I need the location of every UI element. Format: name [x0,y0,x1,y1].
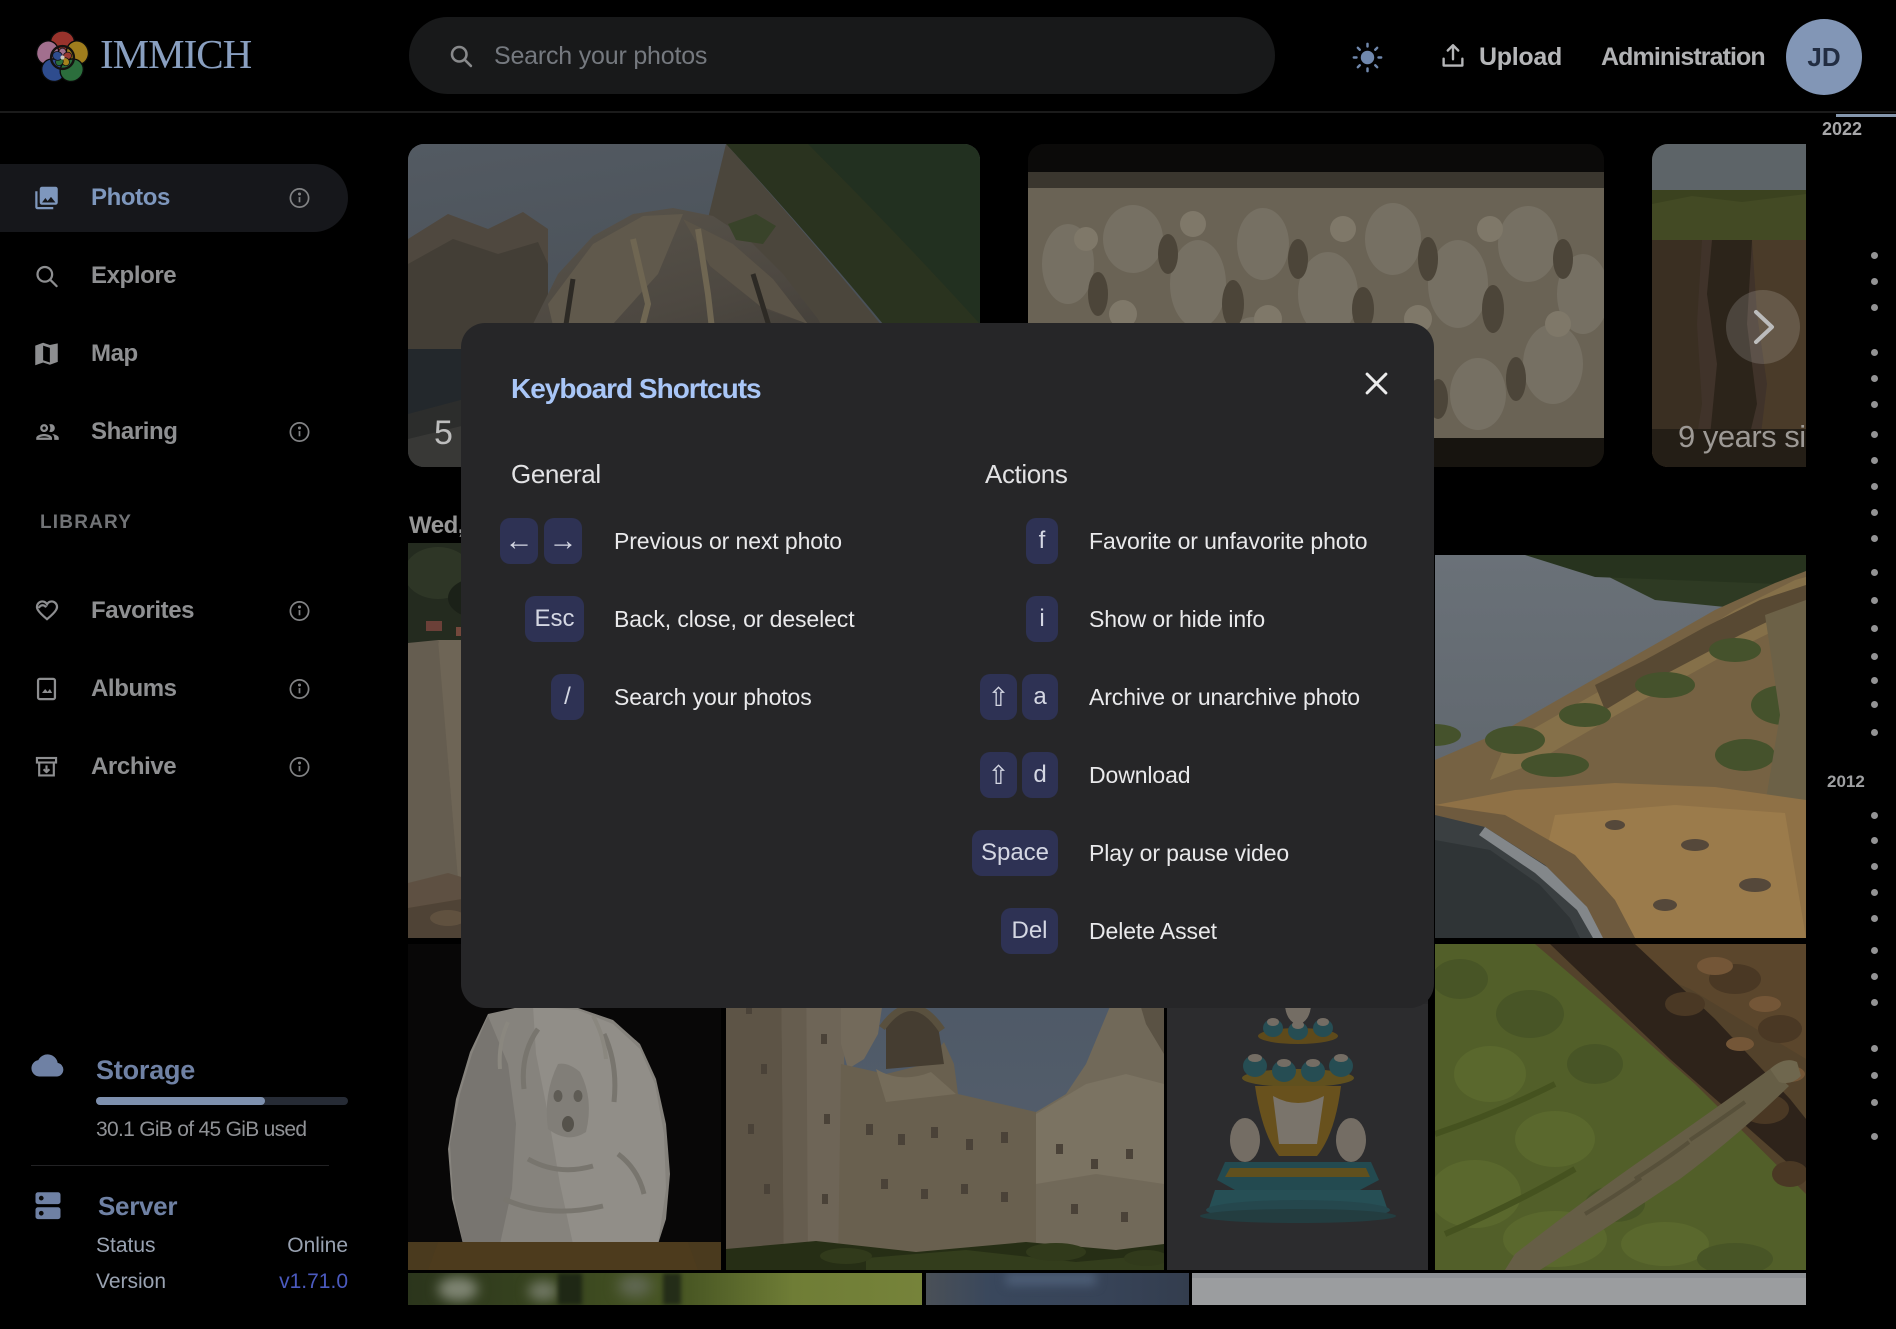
svg-text:9 years si: 9 years si [1678,419,1806,454]
